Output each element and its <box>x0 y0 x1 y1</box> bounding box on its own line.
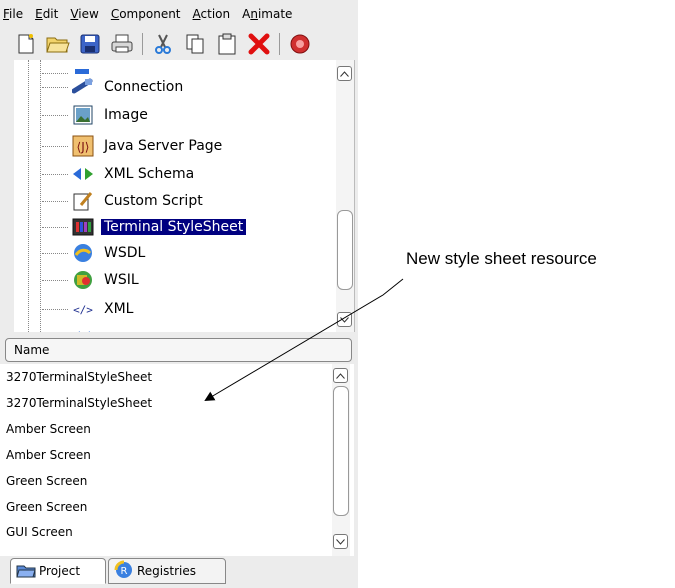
list-item[interactable]: Green Screen <box>6 468 87 494</box>
tree-item-image[interactable]: Image <box>42 102 148 128</box>
tree-item-wsdl[interactable]: WSDL <box>42 240 145 266</box>
resource-list[interactable]: 3270TerminalStyleSheet 3270TerminalStyle… <box>0 364 354 556</box>
project-icon <box>16 562 36 581</box>
tree-item-xml-schema[interactable]: XML Schema <box>42 161 194 187</box>
tree-item-connection[interactable]: Connection <box>42 74 183 100</box>
toolbar-separator <box>142 33 143 55</box>
jsp-icon: ⟨J⟩ <box>72 135 94 157</box>
scrollbar-thumb[interactable] <box>333 386 349 516</box>
resource-type-tree[interactable]: Connection Image ⟨J⟩ Java Server Page XM… <box>14 60 355 332</box>
menu-component[interactable]: Component <box>111 7 181 21</box>
save-icon[interactable] <box>78 32 102 56</box>
svg-text:</>: </> <box>73 304 93 316</box>
tree-item-partial <box>72 322 104 332</box>
menu-view[interactable]: View <box>70 7 98 21</box>
tab-project[interactable]: Project <box>10 558 106 584</box>
copy-icon[interactable] <box>183 32 207 56</box>
svg-text:⟨J⟩: ⟨J⟩ <box>77 140 90 154</box>
delete-icon[interactable] <box>247 32 271 56</box>
wsil-icon <box>72 269 94 291</box>
tree-item-wsil[interactable]: WSIL <box>42 267 139 293</box>
connection-icon <box>72 76 94 98</box>
menu-bar: File Edit View Component Action Animate <box>0 0 358 28</box>
scroll-up-button[interactable] <box>337 66 352 81</box>
bottom-tabs: Project R Registries <box>10 556 358 588</box>
tree-item-terminal-stylesheet[interactable]: Terminal StyleSheet <box>42 214 247 240</box>
tree-guide-line <box>28 60 29 332</box>
new-file-icon[interactable] <box>14 32 38 56</box>
tree-item-xml[interactable]: </> XML <box>42 296 133 322</box>
menu-edit[interactable]: Edit <box>35 7 58 21</box>
partial-icon <box>72 324 94 332</box>
scroll-up-button[interactable] <box>333 368 348 383</box>
list-item[interactable]: GUI Screen <box>6 519 73 545</box>
list-item[interactable]: 3270TerminalStyleSheet <box>6 390 152 416</box>
terminal-stylesheet-icon <box>72 216 94 238</box>
xml-schema-icon <box>72 163 94 185</box>
open-folder-icon[interactable] <box>46 32 70 56</box>
list-item[interactable]: Amber Screen <box>6 416 91 442</box>
xml-icon: </> <box>72 298 94 320</box>
menu-file[interactable]: File <box>3 7 23 21</box>
list-scrollbar[interactable] <box>332 364 350 556</box>
tab-registries[interactable]: R Registries <box>108 558 226 584</box>
tree-item-custom-script[interactable]: Custom Script <box>42 188 203 214</box>
paste-icon[interactable] <box>215 32 239 56</box>
list-item[interactable]: Green Screen <box>6 494 87 520</box>
tree-guide-line <box>40 60 41 332</box>
tree-item-java-server-page[interactable]: ⟨J⟩ Java Server Page <box>42 133 222 159</box>
svg-text:R: R <box>121 566 128 577</box>
wsdl-icon <box>72 242 94 264</box>
stop-icon[interactable] <box>288 32 312 56</box>
scrollbar-thumb[interactable] <box>337 210 353 290</box>
image-icon <box>72 104 94 126</box>
menu-animate[interactable]: Animate <box>242 7 292 21</box>
print-icon[interactable] <box>110 32 134 56</box>
toolbar <box>0 28 358 60</box>
list-item[interactable]: Amber Screen <box>6 442 91 468</box>
scroll-down-button[interactable] <box>333 534 348 549</box>
menu-action[interactable]: Action <box>193 7 231 21</box>
tree-scrollbar[interactable] <box>336 60 354 332</box>
name-column-header[interactable]: Name <box>5 338 352 362</box>
cut-icon[interactable] <box>151 32 175 56</box>
scroll-down-button[interactable] <box>337 312 352 327</box>
application-window: File Edit View Component Action Animate <box>0 0 358 588</box>
custom-script-icon <box>72 190 94 212</box>
list-item[interactable]: 3270TerminalStyleSheet <box>6 364 152 390</box>
toolbar-separator <box>279 33 280 55</box>
registries-icon: R <box>114 560 134 583</box>
annotation-label: New style sheet resource <box>406 249 597 268</box>
